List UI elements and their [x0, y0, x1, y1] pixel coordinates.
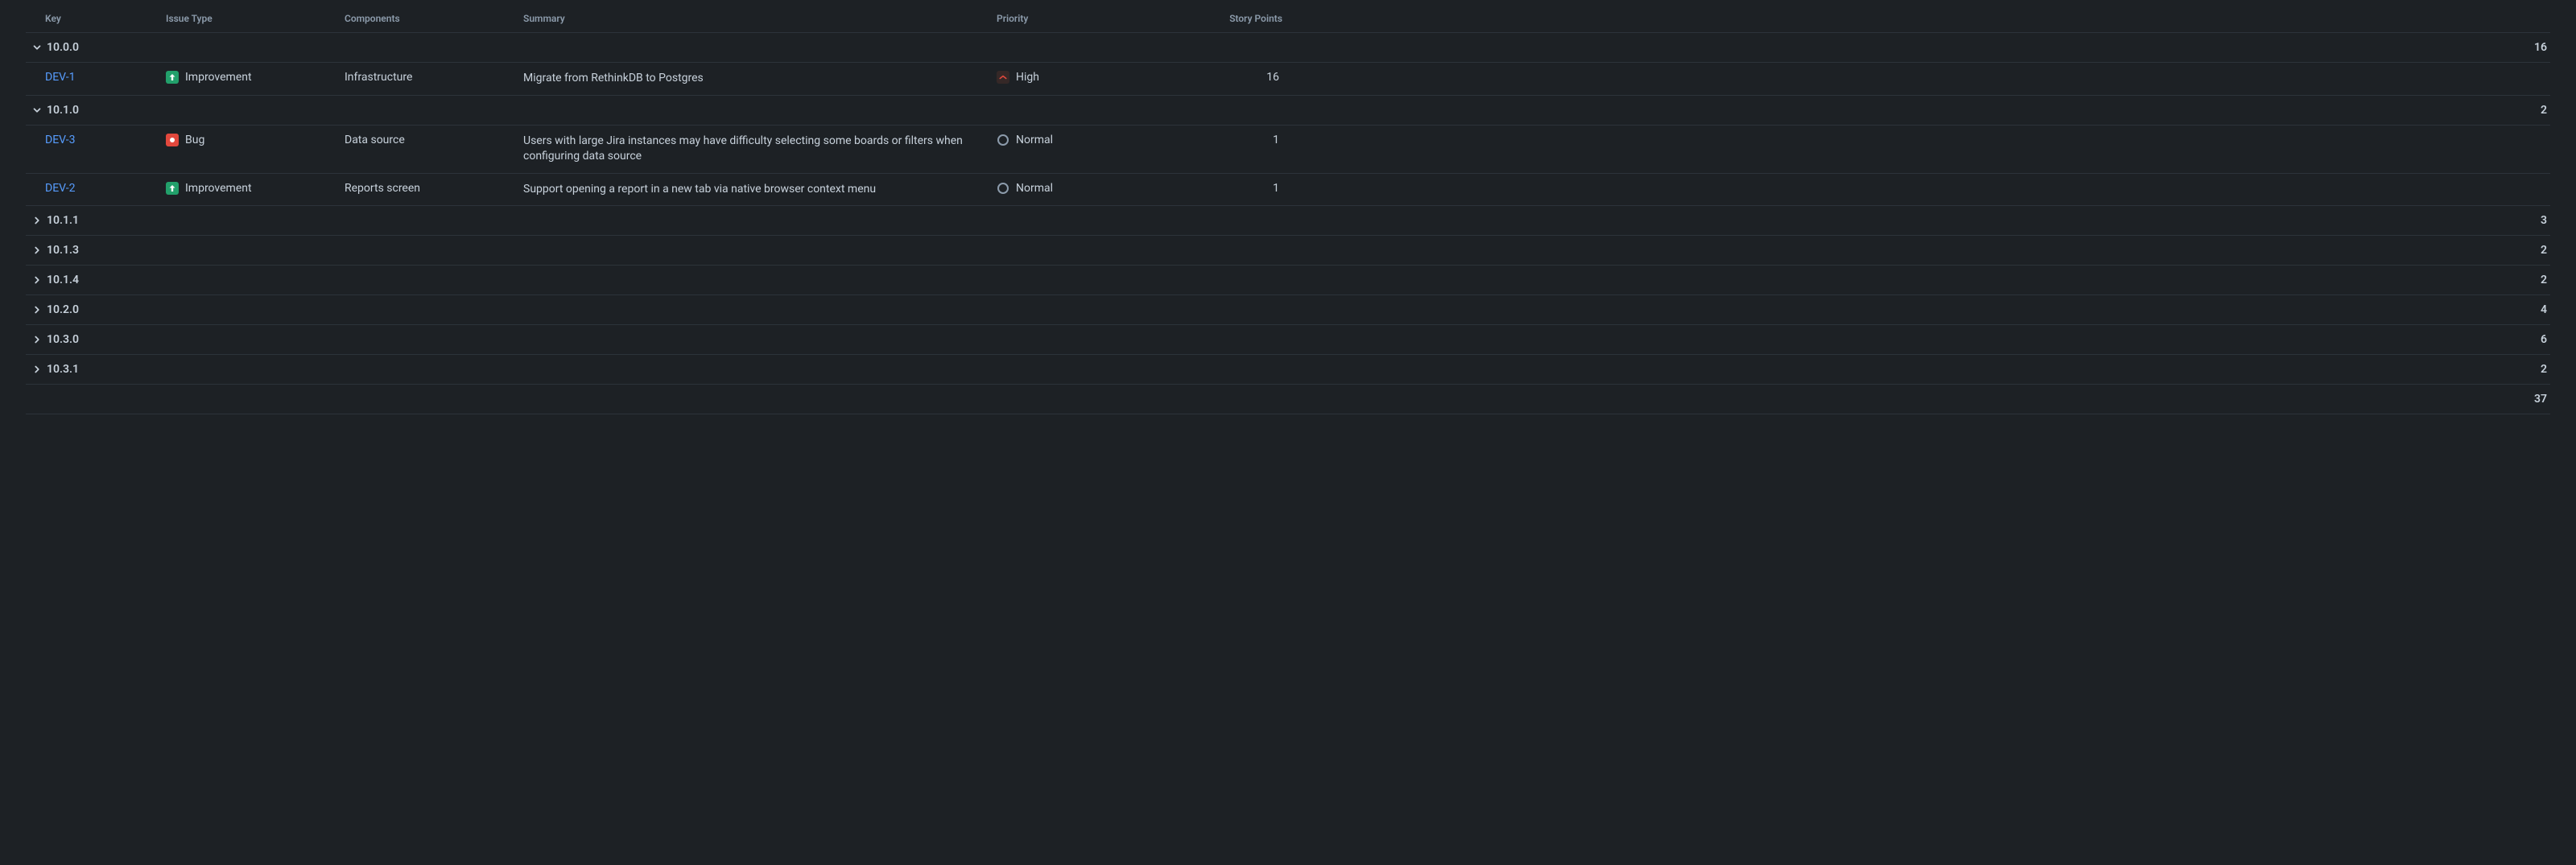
group-points: 6	[2446, 333, 2550, 346]
group-version: 10.0.0	[47, 41, 2442, 54]
total-row: 37	[26, 385, 2550, 414]
group-points: 16	[2446, 41, 2550, 54]
components-cell: Infrastructure	[345, 71, 523, 84]
group-points: 2	[2446, 244, 2550, 257]
group-version: 10.1.3	[47, 244, 2442, 257]
chevron-right-icon	[31, 214, 43, 227]
chevron-right-icon	[31, 333, 43, 346]
group-points: 2	[2446, 363, 2550, 376]
table-row: DEV-1 Improvement InfrastructureMigrate fr…	[26, 63, 2550, 96]
table-row: DEV-2 Improvement Reports screenSupport op…	[26, 174, 2550, 207]
group-points: 2	[2446, 104, 2550, 117]
priority-label: Normal	[1016, 182, 1053, 195]
priority-label: Normal	[1016, 134, 1053, 146]
improvement-icon	[166, 71, 179, 84]
issue-key-link[interactable]: DEV-3	[45, 134, 76, 146]
group-row[interactable]: 10.2.0 4	[26, 295, 2550, 325]
group-row[interactable]: 10.1.4 2	[26, 266, 2550, 295]
group-version: 10.3.1	[47, 363, 2442, 376]
chevron-right-icon	[31, 303, 43, 316]
issue-key-link[interactable]: DEV-2	[45, 182, 76, 195]
chevron-down-icon	[31, 41, 43, 54]
points-cell: 1	[1178, 182, 1282, 195]
total-points: 37	[2534, 393, 2547, 406]
group-row[interactable]: 10.1.1 3	[26, 206, 2550, 236]
chevron-right-icon	[31, 274, 43, 286]
group-version: 10.3.0	[47, 333, 2442, 346]
issue-table: Key Issue Type Components Summary Priori…	[26, 8, 2550, 414]
group-row[interactable]: 10.1.3 2	[26, 236, 2550, 266]
issue-type-label: Improvement	[185, 71, 252, 84]
issue-key-link[interactable]: DEV-1	[45, 71, 76, 84]
issue-type-label: Improvement	[185, 182, 252, 195]
chevron-right-icon	[31, 363, 43, 376]
issue-type-label: Bug	[185, 134, 204, 146]
group-version: 10.1.0	[47, 104, 2442, 117]
group-points: 3	[2446, 214, 2550, 227]
priority-label: High	[1016, 71, 1039, 84]
col-summary-header[interactable]: Summary	[523, 13, 997, 24]
col-priority-header[interactable]: Priority	[997, 13, 1178, 24]
summary-cell: Support opening a report in a new tab vi…	[523, 182, 997, 198]
chevron-down-icon	[31, 104, 43, 117]
group-version: 10.2.0	[47, 303, 2442, 316]
components-cell: Data source	[345, 134, 523, 146]
group-version: 10.1.1	[47, 214, 2442, 227]
bug-icon	[166, 134, 179, 146]
points-cell: 16	[1178, 71, 1282, 84]
summary-cell: Users with large Jira instances may have…	[523, 134, 997, 165]
group-row[interactable]: 10.0.0 16	[26, 33, 2550, 63]
group-points: 4	[2446, 303, 2550, 316]
priority-normal-icon	[997, 182, 1009, 195]
table-row: DEV-3 Bug Data sourceUsers with large Jira…	[26, 126, 2550, 174]
table-header: Key Issue Type Components Summary Priori…	[26, 8, 2550, 33]
col-storypoints-header[interactable]: Story Points	[1178, 13, 1282, 24]
summary-cell: Migrate from RethinkDB to Postgres	[523, 71, 997, 87]
chevron-right-icon	[31, 244, 43, 257]
points-cell: 1	[1178, 134, 1282, 146]
group-points: 2	[2446, 274, 2550, 286]
priority-normal-icon	[997, 134, 1009, 146]
group-row[interactable]: 10.1.0 2	[26, 96, 2550, 126]
components-cell: Reports screen	[345, 182, 523, 195]
group-row[interactable]: 10.3.1 2	[26, 355, 2550, 385]
group-row[interactable]: 10.3.0 6	[26, 325, 2550, 355]
group-version: 10.1.4	[47, 274, 2442, 286]
improvement-icon	[166, 182, 179, 195]
col-key-header[interactable]: Key	[45, 13, 166, 24]
priority-high-icon	[997, 71, 1009, 84]
col-issuetype-header[interactable]: Issue Type	[166, 13, 345, 24]
col-components-header[interactable]: Components	[345, 13, 523, 24]
